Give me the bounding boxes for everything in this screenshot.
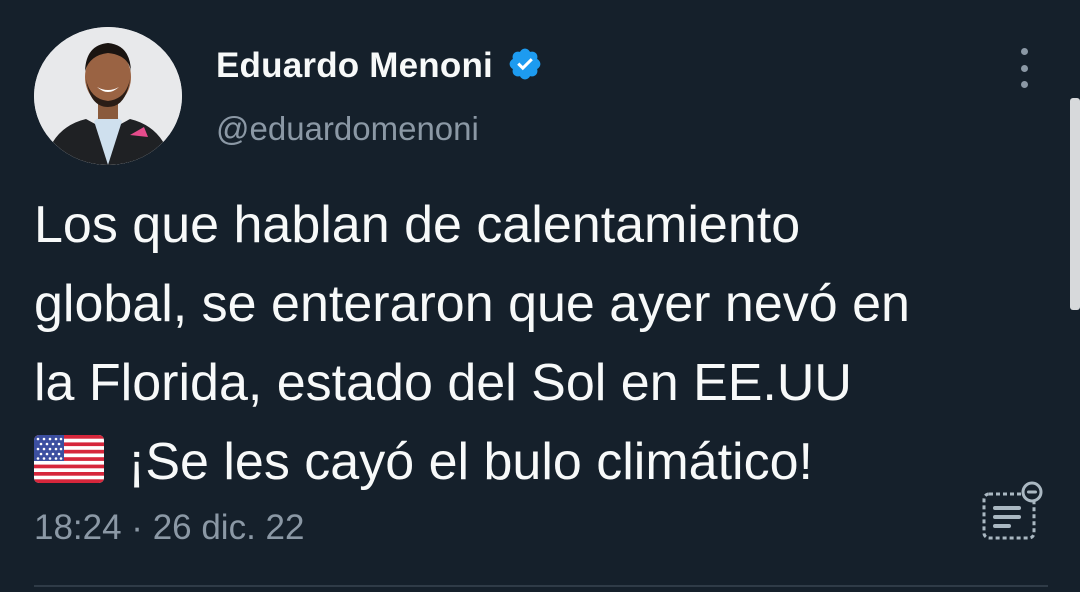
display-name[interactable]: Eduardo Menoni: [216, 46, 493, 86]
author-handle[interactable]: @eduardomenoni: [216, 110, 479, 148]
scrollbar[interactable]: [1070, 98, 1080, 310]
tweet-analytics-icon[interactable]: [978, 480, 1048, 542]
avatar[interactable]: [34, 27, 182, 165]
tweet: Eduardo Menoni @eduardomenoni Los que ha…: [0, 0, 1080, 592]
avatar-photo: [34, 27, 182, 165]
tweet-text-line: la Florida, estado del Sol en EE.UU: [34, 354, 852, 412]
more-vertical-icon[interactable]: [1010, 48, 1038, 88]
tweet-text-line: global, se enteraron que ayer nevó en: [34, 275, 910, 333]
us-flag-icon: [34, 435, 104, 484]
divider: [34, 585, 1048, 587]
tweet-timestamp[interactable]: 18:24 · 26 dic. 22: [34, 508, 304, 548]
tweet-text: Los que hablan de calentamiento global, …: [34, 186, 1064, 502]
tweet-text-line: ¡Se les cayó el bulo climático!: [128, 433, 813, 491]
author-block[interactable]: Eduardo Menoni: [216, 46, 543, 86]
verified-badge-icon: [507, 46, 543, 82]
tweet-text-line: Los que hablan de calentamiento: [34, 196, 801, 254]
tweet-text-line-with-emoji: ¡Se les cayó el bulo climático!: [34, 423, 1064, 502]
